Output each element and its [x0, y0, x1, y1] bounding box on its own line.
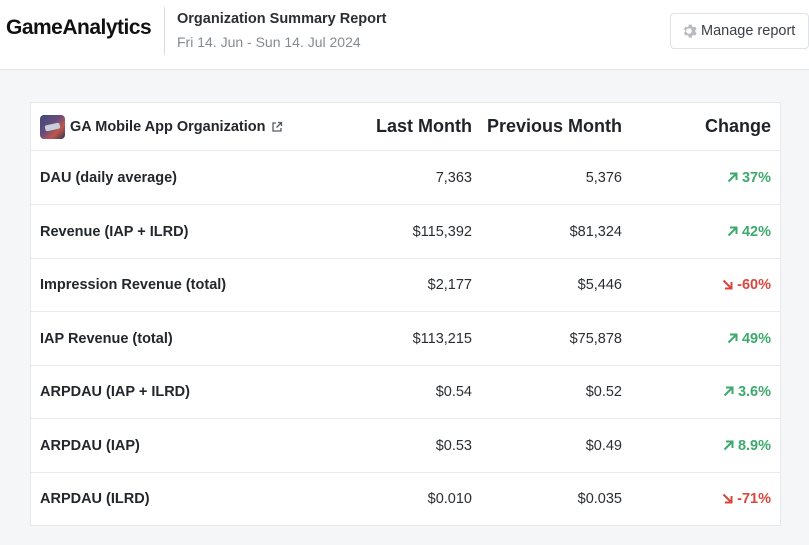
- manage-report-button[interactable]: Manage report: [670, 13, 809, 49]
- gameanalytics-logo[interactable]: GameAnalytics: [6, 16, 152, 40]
- change-cell: 49%: [622, 312, 771, 365]
- metric-name: ARPDAU (IAP): [40, 437, 140, 454]
- gear-icon: [681, 23, 697, 39]
- arrow-up-right-icon: [722, 385, 735, 398]
- previous-month-value: $0.035: [577, 490, 622, 507]
- metric-name: IAP Revenue (total): [40, 330, 173, 347]
- change-value: 3.6%: [737, 383, 771, 400]
- previous-month-value: 5,376: [585, 169, 622, 186]
- last-month-value: $115,392: [412, 223, 472, 240]
- summary-table: GA Mobile App Organization Last Month Pr…: [30, 102, 781, 526]
- column-header-change: Change: [704, 116, 771, 136]
- table-row: ARPDAU (ILRD) $0.010 $0.035 -71%: [31, 472, 780, 525]
- metric-name: ARPDAU (IAP + ILRD): [40, 383, 190, 400]
- arrow-up-right-icon: [726, 332, 739, 345]
- previous-month-value: $75,878: [569, 330, 622, 347]
- report-date-range: Fri 14. Jun - Sun 14. Jul 2024: [177, 34, 361, 50]
- column-header-last-month: Last Month: [376, 116, 472, 136]
- table-header-row: GA Mobile App Organization Last Month Pr…: [31, 103, 780, 151]
- report-title: Organization Summary Report: [177, 11, 387, 27]
- table-row: IAP Revenue (total) $113,215 $75,878 49%: [31, 312, 780, 366]
- organization-name[interactable]: GA Mobile App Organization: [70, 119, 265, 135]
- last-month-value: $2,177: [427, 276, 472, 293]
- arrow-down-right-icon: [721, 492, 734, 505]
- organization-cell: GA Mobile App Organization: [40, 103, 360, 150]
- change-value: 42%: [741, 223, 771, 240]
- change-value: 37%: [741, 169, 771, 186]
- change-value: 49%: [741, 330, 771, 347]
- table-row: Revenue (IAP + ILRD) $115,392 $81,324 42%: [31, 205, 780, 259]
- column-header-previous-month: Previous Month: [486, 116, 622, 136]
- previous-month-value: $81,324: [569, 223, 622, 240]
- change-cell: -71%: [622, 472, 771, 525]
- table-row: ARPDAU (IAP) $0.53 $0.49 8.9%: [31, 419, 780, 473]
- organization-avatar: [40, 114, 65, 139]
- arrow-up-right-icon: [722, 439, 735, 452]
- external-link-icon[interactable]: [271, 121, 283, 133]
- change-cell: 37%: [622, 151, 771, 204]
- metric-name: DAU (daily average): [40, 169, 177, 186]
- header-divider: [164, 7, 165, 55]
- metric-name: Impression Revenue (total): [40, 276, 227, 293]
- arrow-up-right-icon: [726, 225, 739, 238]
- last-month-value: $0.54: [435, 383, 472, 400]
- arrow-up-right-icon: [726, 171, 739, 184]
- top-bar: GameAnalytics Organization Summary Repor…: [0, 0, 809, 70]
- change-cell: -60%: [622, 258, 771, 311]
- last-month-value: $0.53: [435, 437, 472, 454]
- previous-month-value: $0.52: [585, 383, 622, 400]
- change-cell: 3.6%: [622, 365, 771, 418]
- change-value: -60%: [737, 276, 771, 293]
- table-row: ARPDAU (IAP + ILRD) $0.54 $0.52 3.6%: [31, 365, 780, 419]
- last-month-value: 7,363: [435, 169, 472, 186]
- last-month-value: $113,215: [412, 330, 472, 347]
- table-row: Impression Revenue (total) $2,177 $5,446 -6…: [31, 258, 780, 312]
- metric-name: ARPDAU (ILRD): [40, 490, 150, 507]
- table-row: DAU (daily average) 7,363 5,376 37%: [31, 151, 780, 205]
- previous-month-value: $5,446: [577, 276, 622, 293]
- change-value: 8.9%: [737, 437, 771, 454]
- last-month-value: $0.010: [427, 490, 472, 507]
- change-value: -71%: [737, 490, 771, 507]
- change-cell: 42%: [622, 205, 771, 258]
- arrow-down-right-icon: [721, 278, 734, 291]
- change-cell: 8.9%: [622, 419, 771, 472]
- previous-month-value: $0.49: [585, 437, 622, 454]
- metric-name: Revenue (IAP + ILRD): [40, 223, 189, 240]
- manage-report-label: Manage report: [701, 23, 796, 39]
